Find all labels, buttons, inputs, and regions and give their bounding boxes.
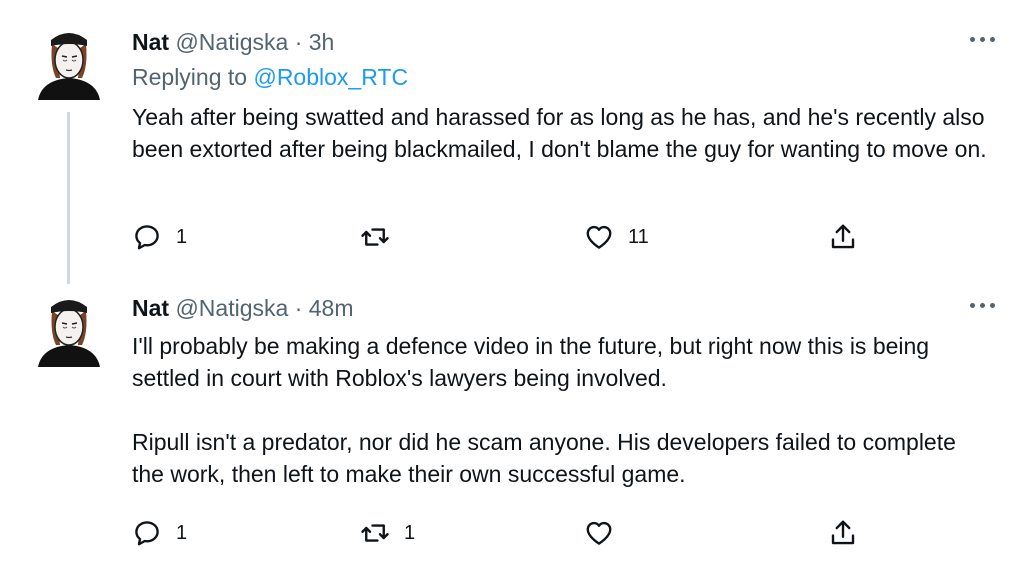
display-name[interactable]: Nat <box>132 29 169 55</box>
thread-connector-line <box>67 112 70 284</box>
like-button[interactable]: 11 <box>584 220 649 254</box>
more-dots-icon <box>990 37 995 42</box>
more-options-button[interactable] <box>968 29 998 49</box>
like-button[interactable] <box>584 516 628 550</box>
tweet-actions: 1 11 <box>132 220 872 254</box>
tweet-paragraph: I'll probably be making a defence video … <box>132 333 930 391</box>
more-dots-icon <box>970 37 975 42</box>
like-count: 11 <box>628 225 649 248</box>
tweet-text: I'll probably be making a defence video … <box>132 330 992 490</box>
tweet-header: Nat @Natigska · 3h <box>132 28 334 56</box>
display-name[interactable]: Nat <box>132 295 169 321</box>
timestamp[interactable]: 48m <box>309 295 354 321</box>
tweet-paragraph: Yeah after being swatted and harassed fo… <box>132 104 987 162</box>
share-icon <box>831 520 855 545</box>
avatar[interactable] <box>36 293 102 367</box>
tweet-text: Yeah after being swatted and harassed fo… <box>132 101 992 165</box>
replying-to-link[interactable]: @Roblox_RTC <box>253 64 408 90</box>
avatar[interactable] <box>36 26 102 100</box>
retweet-button[interactable] <box>360 220 404 254</box>
more-dots-icon <box>970 303 975 308</box>
retweet-button[interactable]: 1 <box>360 516 415 550</box>
share-icon <box>831 224 855 249</box>
more-dots-icon <box>990 303 995 308</box>
tweet-header: Nat @Natigska · 48m <box>132 294 354 322</box>
separator-dot: · <box>294 29 303 55</box>
share-button[interactable] <box>828 516 858 550</box>
more-dots-icon <box>980 303 985 308</box>
replying-to-line: Replying to @Roblox_RTC <box>132 63 408 91</box>
tweet-actions: 1 1 <box>132 516 872 550</box>
retweet-count: 1 <box>404 521 416 544</box>
reply-button[interactable]: 1 <box>132 220 187 254</box>
tweet-paragraph: Ripull isn't a predator, nor did he scam… <box>132 429 956 487</box>
like-icon <box>586 225 612 249</box>
reply-icon <box>135 521 159 546</box>
separator-dot: · <box>294 295 303 321</box>
retweet-icon <box>361 228 389 246</box>
user-handle[interactable]: @Natigska <box>175 29 288 55</box>
reply-count: 1 <box>176 521 188 544</box>
more-options-button[interactable] <box>968 295 998 315</box>
like-icon <box>586 521 612 545</box>
retweet-icon <box>361 524 389 542</box>
share-button[interactable] <box>828 220 858 254</box>
reply-button[interactable]: 1 <box>132 516 187 550</box>
reply-count: 1 <box>176 225 188 248</box>
more-dots-icon <box>980 37 985 42</box>
replying-to-label: Replying to <box>132 64 248 90</box>
user-handle[interactable]: @Natigska <box>175 295 288 321</box>
timestamp[interactable]: 3h <box>309 29 335 55</box>
reply-icon <box>135 225 159 250</box>
